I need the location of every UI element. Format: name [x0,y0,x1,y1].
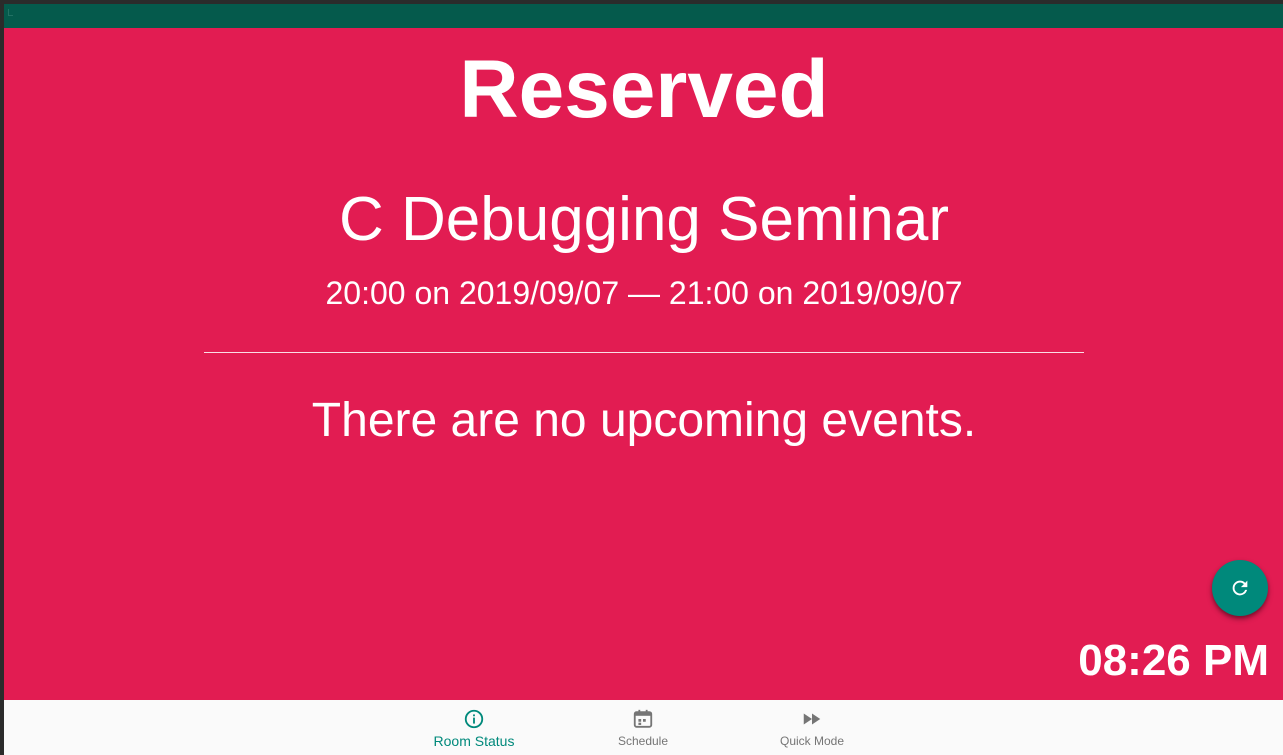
section-divider [204,352,1084,353]
room-status-panel: Reserved C Debugging Seminar 20:00 on 20… [4,28,1283,700]
nav-item-schedule[interactable]: Schedule [563,700,723,755]
info-icon [463,708,485,730]
nav-item-label: Quick Mode [779,734,845,748]
nav-item-label: Room Status [433,733,515,749]
nav-item-room-status[interactable]: Room Status [394,700,554,755]
nav-item-label: Schedule [617,734,669,748]
current-event-time-range: 20:00 on 2019/09/07 — 21:00 on 2019/09/0… [325,275,963,311]
current-event-title: C Debugging Seminar [338,185,949,254]
nav-item-quick-mode[interactable]: Quick Mode [732,700,892,755]
refresh-icon [1232,580,1248,596]
app-window: Reserved C Debugging Seminar 20:00 on 20… [4,4,1283,755]
system-status-bar [4,4,1283,28]
calendar-icon [632,708,654,730]
fast-forward-icon [801,708,823,730]
status-bar-indicator-icon [8,9,13,16]
refresh-button[interactable] [1212,560,1268,616]
current-time-clock: 08:26 PM [1078,636,1269,685]
bottom-navigation: Room Status Schedule Quick Mode [4,700,1283,755]
upcoming-events-message: There are no upcoming events. [311,394,977,447]
room-status-headline: Reserved [459,44,829,135]
